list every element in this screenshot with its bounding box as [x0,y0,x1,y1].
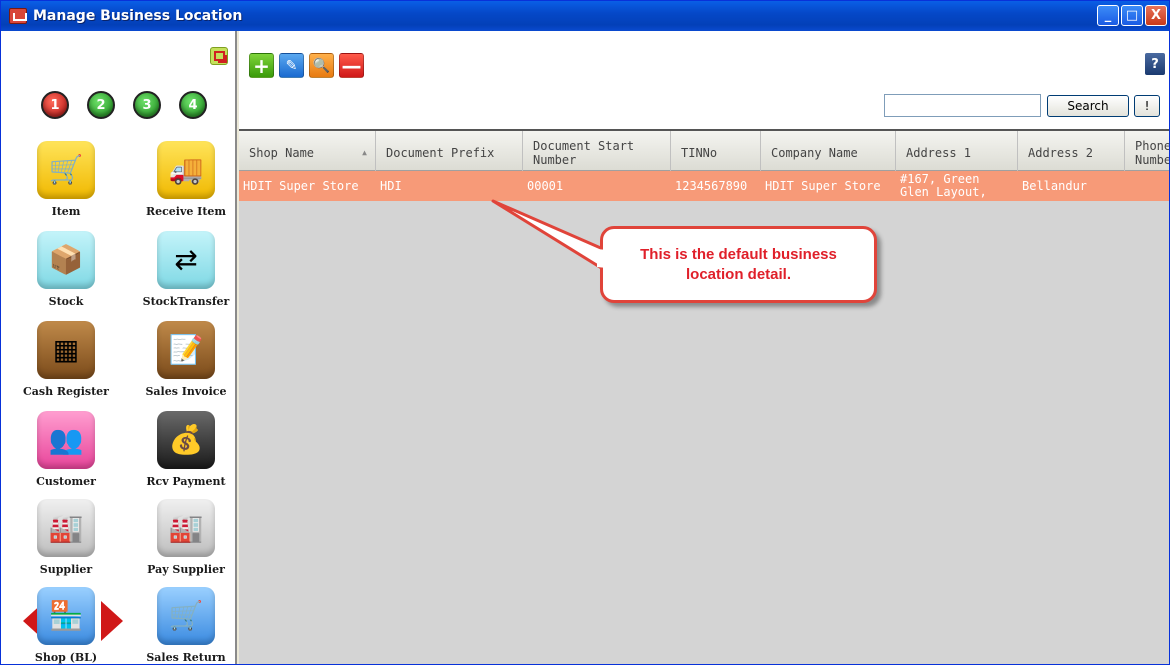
column-header-label: Phone Number [1135,139,1170,167]
sort-ascending-icon: ▲ [362,148,367,157]
grid-header: Shop Name ▲ Document Prefix Document Star… [239,131,1170,171]
help-button[interactable]: ? [1145,53,1165,75]
clear-search-button[interactable]: ! [1134,95,1160,117]
sidebar-item-item[interactable]: 🛒 Item [11,141,121,218]
column-header-label: Company Name [771,146,858,160]
sidebar-item-rcv-payment[interactable]: 💰 Rcv Payment [131,411,241,488]
transfer-boxes-icon: ⇄ [157,231,215,289]
sidebar-item-sales-invoice[interactable]: 📝 Sales Invoice [131,321,241,398]
money-bag-icon: 💰 [157,411,215,469]
step-indicators: 1 2 3 4 [41,91,207,119]
sidebar-item-label: Sales Invoice [145,385,227,398]
sidebar-item-label: StockTransfer [142,295,230,308]
find-button[interactable]: 🔍 [309,53,334,78]
sidebar-item-supplier[interactable]: 🏭 Supplier [11,499,121,576]
title-bar[interactable]: Manage Business Location _ □ X [1,1,1169,31]
window-title: Manage Business Location [33,8,243,24]
sidebar-item-sales-return[interactable]: 🛒 Sales Return [131,587,241,664]
sidebar-item-label: Item [51,205,81,218]
customers-icon: 👥 [37,411,95,469]
delete-button[interactable]: — [339,53,364,78]
column-header-address-1[interactable]: Address 1 [896,131,1018,171]
shop-icon: 🏪 [37,587,95,645]
sidebar-item-stocktransfer[interactable]: ⇄ StockTransfer [131,231,241,308]
edit-button[interactable]: ✎ [279,53,304,78]
sidebar-item-label: Sales Return [146,651,226,664]
column-header-label: TINNo [681,146,718,160]
cell-address-1: #167, Green Glen Layout, [900,172,987,199]
sidebar-item-label: Pay Supplier [147,563,225,576]
cell-company-name: HDIT Super Store [765,178,881,193]
column-header-label: Document Start Number [533,139,635,167]
business-location-grid: Shop Name ▲ Document Prefix Document Star… [239,129,1170,664]
cell-tinno: 1234567890 [675,178,748,193]
sidebar-item-label: Stock [48,295,84,308]
minimize-button[interactable]: _ [1097,5,1119,26]
shopping-cart-icon: 🛒 [37,141,95,199]
step-1-button[interactable]: 1 [41,91,69,119]
sidebar-item-cash-register[interactable]: ▦ Cash Register [11,321,121,398]
truck-icon: 🚚 [157,141,215,199]
sidebar-item-label: Receive Item [145,205,227,218]
sidebar-item-label: Rcv Payment [146,475,226,488]
cell-address-2: Bellandur [1022,178,1088,193]
column-header-phone-number[interactable]: Phone Number [1125,131,1170,171]
column-header-label: Address 2 [1028,146,1094,160]
factory-arrow-icon: 🏭 [157,499,215,557]
column-header-tinno[interactable]: TINNo [671,131,761,171]
cart-return-icon: 🛒 [157,587,215,645]
manage-business-location-window: Manage Business Location _ □ X 1 2 3 4 🛒… [0,0,1170,665]
column-header-document-start-number[interactable]: Document Start Number [523,131,671,171]
add-button[interactable]: + [249,53,274,78]
toolbar: + ✎ 🔍 — [249,53,364,78]
cell-document-prefix: HDI [380,178,402,193]
column-header-address-2[interactable]: Address 2 [1018,131,1125,171]
search-button[interactable]: Search [1047,95,1129,117]
cell-document-start-number: 00001 [527,178,564,193]
column-header-document-prefix[interactable]: Document Prefix [376,131,523,171]
cell-phone-number [1125,171,1169,201]
invoice-icon: 📝 [157,321,215,379]
table-row[interactable]: HDIT Super Store HDI 00001 1234567890 HD… [239,171,1169,201]
sidebar-item-label: Customer [36,475,96,488]
sidebar-item-receive-item[interactable]: 🚚 Receive Item [131,141,241,218]
sidebar-item-label: Supplier [39,563,93,576]
cash-register-icon: ▦ [37,321,95,379]
sidebar: 1 2 3 4 🛒 Item 🚚 Receive Item 📦 Stock ⇄ … [1,31,237,664]
search-input[interactable] [884,94,1041,117]
callout-note: This is the default business location de… [600,226,877,303]
step-4-button[interactable]: 4 [179,91,207,119]
close-button[interactable]: X [1145,5,1167,26]
window-controls: _ □ X [1097,5,1167,26]
column-header-company-name[interactable]: Company Name [761,131,896,171]
column-header-shop-name[interactable]: Shop Name ▲ [239,131,376,171]
column-header-label: Document Prefix [386,146,495,160]
sidebar-item-label: Shop (BL) [34,651,98,664]
factory-icon: 🏭 [37,499,95,557]
sidebar-item-stock[interactable]: 📦 Stock [11,231,121,308]
hand-truck-icon: 📦 [37,231,95,289]
sidebar-item-label: Cash Register [23,385,109,398]
main-panel: + ✎ 🔍 — ? Search ! Shop Name ▲ Document P… [239,31,1170,664]
step-2-button[interactable]: 2 [87,91,115,119]
step-3-button[interactable]: 3 [133,91,161,119]
column-header-label: Address 1 [906,146,972,160]
cart-app-icon [9,8,27,24]
column-header-label: Shop Name [249,146,315,160]
sidebar-item-shop[interactable]: 🏪 Shop (BL) [11,587,121,664]
cell-shop-name: HDIT Super Store [243,178,359,193]
sidebar-item-customer[interactable]: 👥 Customer [11,411,121,488]
sidebar-item-pay-supplier[interactable]: 🏭 Pay Supplier [131,499,241,576]
toggle-view-icon[interactable] [210,47,228,65]
maximize-button[interactable]: □ [1121,5,1143,26]
